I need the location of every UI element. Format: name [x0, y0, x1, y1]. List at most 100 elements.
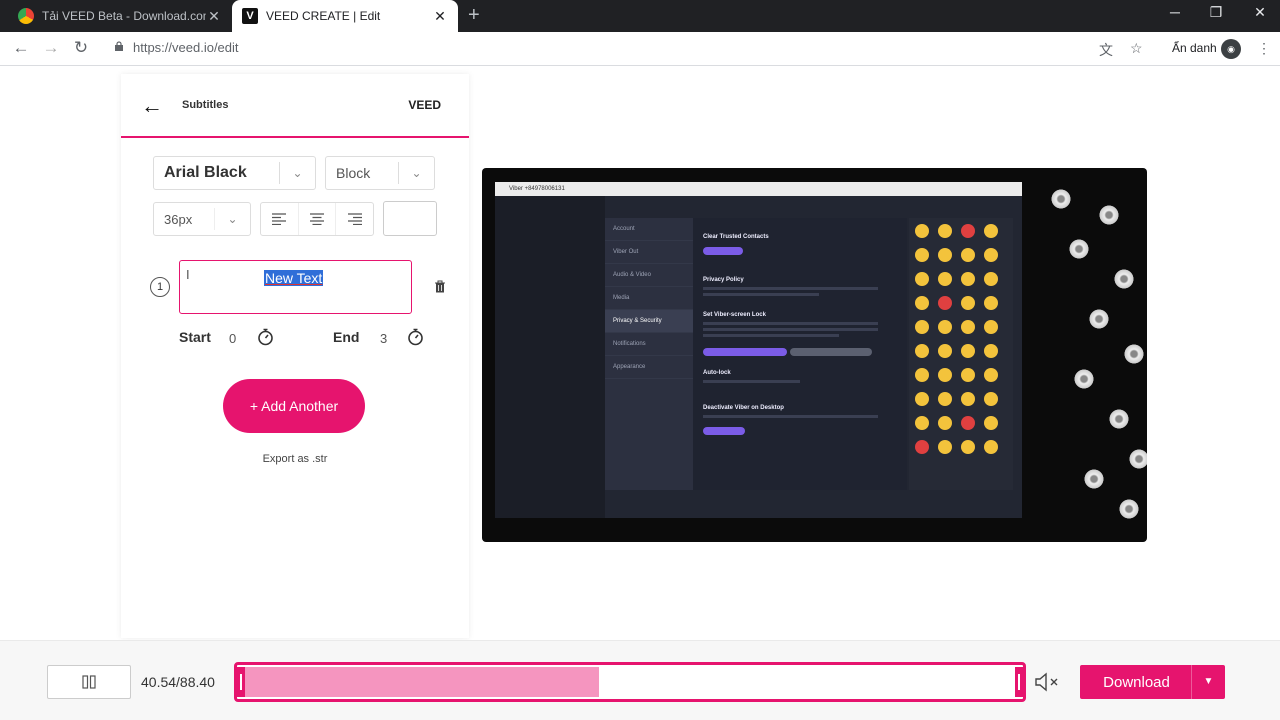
- font-family-value: Arial Black: [164, 164, 247, 181]
- font-size-value: 36px: [164, 211, 193, 227]
- trim-end-handle[interactable]: [1015, 667, 1023, 697]
- video-button-shape: [790, 348, 872, 356]
- video-section-heading: Set Viber-screen Lock: [703, 312, 766, 318]
- emoji-icon: [961, 368, 975, 382]
- browser-tab[interactable]: Tải VEED Beta - Download.com.vn ✕: [8, 0, 232, 32]
- emoji-icon: [961, 320, 975, 334]
- emoji-icon: [938, 368, 952, 382]
- volume-muted-icon[interactable]: [1034, 672, 1060, 692]
- video-frame-app-window: Viber +84978006131 Account Viber Out Aud…: [495, 182, 1022, 518]
- align-center-button[interactable]: [297, 203, 336, 235]
- subtitles-panel: ← Subtitles VEED Arial Black ⌄ Block ⌄ 3…: [121, 74, 469, 638]
- add-another-button[interactable]: + Add Another: [223, 379, 365, 433]
- flower-shape: [1113, 268, 1135, 290]
- video-text-line: [703, 380, 800, 383]
- flower-shape: [1123, 343, 1145, 365]
- align-right-button[interactable]: [335, 203, 373, 235]
- align-center-icon: [310, 213, 324, 225]
- restore-icon[interactable]: ❐: [1201, 4, 1231, 21]
- video-text-line: [703, 322, 878, 325]
- video-menu-item: Appearance: [605, 356, 693, 379]
- video-text-line: [703, 334, 839, 337]
- time-readout: 40.54/88.40: [141, 674, 215, 690]
- new-tab-icon[interactable]: +: [468, 4, 480, 27]
- style-select[interactable]: Block ⌄: [325, 156, 435, 190]
- trash-icon[interactable]: [434, 280, 446, 293]
- flower-shape: [1083, 468, 1105, 490]
- video-menu-item: Audio & Video: [605, 264, 693, 287]
- address-bar[interactable]: https://veed.io/edit: [112, 40, 239, 55]
- incognito-avatar-icon[interactable]: ◉: [1221, 39, 1241, 59]
- emoji-icon: [915, 392, 929, 406]
- flower-shape: [1068, 238, 1090, 260]
- emoji-icon: [915, 224, 929, 238]
- breadcrumb: Subtitles: [182, 99, 229, 111]
- tab-title: Tải VEED Beta - Download.com.vn: [42, 9, 206, 23]
- minimize-icon[interactable]: ─: [1160, 4, 1190, 20]
- emoji-icon: [984, 344, 998, 358]
- font-family-select[interactable]: Arial Black ⌄: [153, 156, 316, 190]
- back-icon[interactable]: ←: [10, 38, 32, 58]
- caret-down-icon[interactable]: ▼: [1191, 665, 1225, 699]
- veed-favicon-icon: V: [242, 8, 258, 24]
- flower-shape: [1128, 448, 1147, 470]
- pause-button[interactable]: [47, 665, 131, 699]
- menu-dots-icon[interactable]: ⋮: [1257, 40, 1271, 57]
- emoji-icon: [961, 392, 975, 406]
- emoji-icon: [961, 344, 975, 358]
- flower-shape: [1050, 188, 1072, 210]
- video-text-line: [703, 328, 878, 331]
- translate-icon[interactable]: 文: [1099, 40, 1113, 60]
- profile-label[interactable]: Ẩn danh: [1172, 41, 1217, 55]
- video-button-shape: [703, 427, 745, 435]
- flower-shape: [1098, 204, 1120, 226]
- video-menu-item: Notifications: [605, 333, 693, 356]
- style-value: Block: [336, 165, 371, 181]
- video-menu-item: Media: [605, 287, 693, 310]
- end-value[interactable]: 3: [380, 331, 387, 346]
- download-button[interactable]: Download ▼: [1080, 665, 1225, 699]
- video-section-heading: Privacy Policy: [703, 277, 744, 283]
- close-window-icon[interactable]: ✕: [1245, 4, 1275, 21]
- video-menu-item: Viber Out: [605, 241, 693, 264]
- stopwatch-icon[interactable]: [257, 328, 274, 346]
- bookmark-star-icon[interactable]: ☆: [1130, 40, 1143, 57]
- align-left-button[interactable]: [261, 203, 298, 235]
- emoji-icon: [984, 272, 998, 286]
- forward-icon[interactable]: →: [40, 38, 62, 58]
- timeline-scrubber[interactable]: [234, 662, 1026, 702]
- chevron-down-icon: ⌄: [398, 162, 434, 184]
- emoji-icon: [915, 320, 929, 334]
- emoji-icon: [984, 320, 998, 334]
- playback-progress-fill: [245, 667, 599, 697]
- align-right-icon: [347, 213, 362, 225]
- subtitle-text-input[interactable]: I New Text: [179, 260, 412, 314]
- browser-toolbar: ← → ↻ https://veed.io/edit 文 ☆ Ẩn danh ⋮: [0, 32, 1280, 66]
- emoji-icon: [915, 272, 929, 286]
- arrow-left-icon[interactable]: ←: [141, 93, 163, 119]
- emoji-icon: [984, 224, 998, 238]
- video-text-line: [703, 293, 820, 296]
- pause-icon: [82, 675, 96, 689]
- emoji-icon: [938, 296, 952, 310]
- start-label: Start: [179, 329, 211, 345]
- emoji-icon: [961, 272, 975, 286]
- close-tab-icon[interactable]: ✕: [432, 8, 448, 25]
- url-text: https://veed.io/edit: [133, 40, 239, 55]
- browser-tab-active[interactable]: V VEED CREATE | Edit ✕: [232, 0, 458, 32]
- emoji-icon: [915, 344, 929, 358]
- emoji-icon: [938, 392, 952, 406]
- flower-shape: [1088, 308, 1110, 330]
- trim-start-handle[interactable]: [237, 667, 245, 697]
- text-color-picker[interactable]: [383, 201, 437, 236]
- emoji-icon: [915, 248, 929, 262]
- export-srt-link[interactable]: Export as .str: [121, 453, 469, 465]
- font-size-select[interactable]: 36px ⌄: [153, 202, 251, 236]
- emoji-icon: [961, 416, 975, 430]
- close-tab-icon[interactable]: ✕: [206, 8, 222, 25]
- start-value[interactable]: 0: [229, 331, 236, 346]
- video-preview[interactable]: Viber +84978006131 Account Viber Out Aud…: [482, 168, 1147, 542]
- stopwatch-icon[interactable]: [407, 328, 424, 346]
- emoji-icon: [938, 344, 952, 358]
- reload-icon[interactable]: ↻: [70, 38, 92, 58]
